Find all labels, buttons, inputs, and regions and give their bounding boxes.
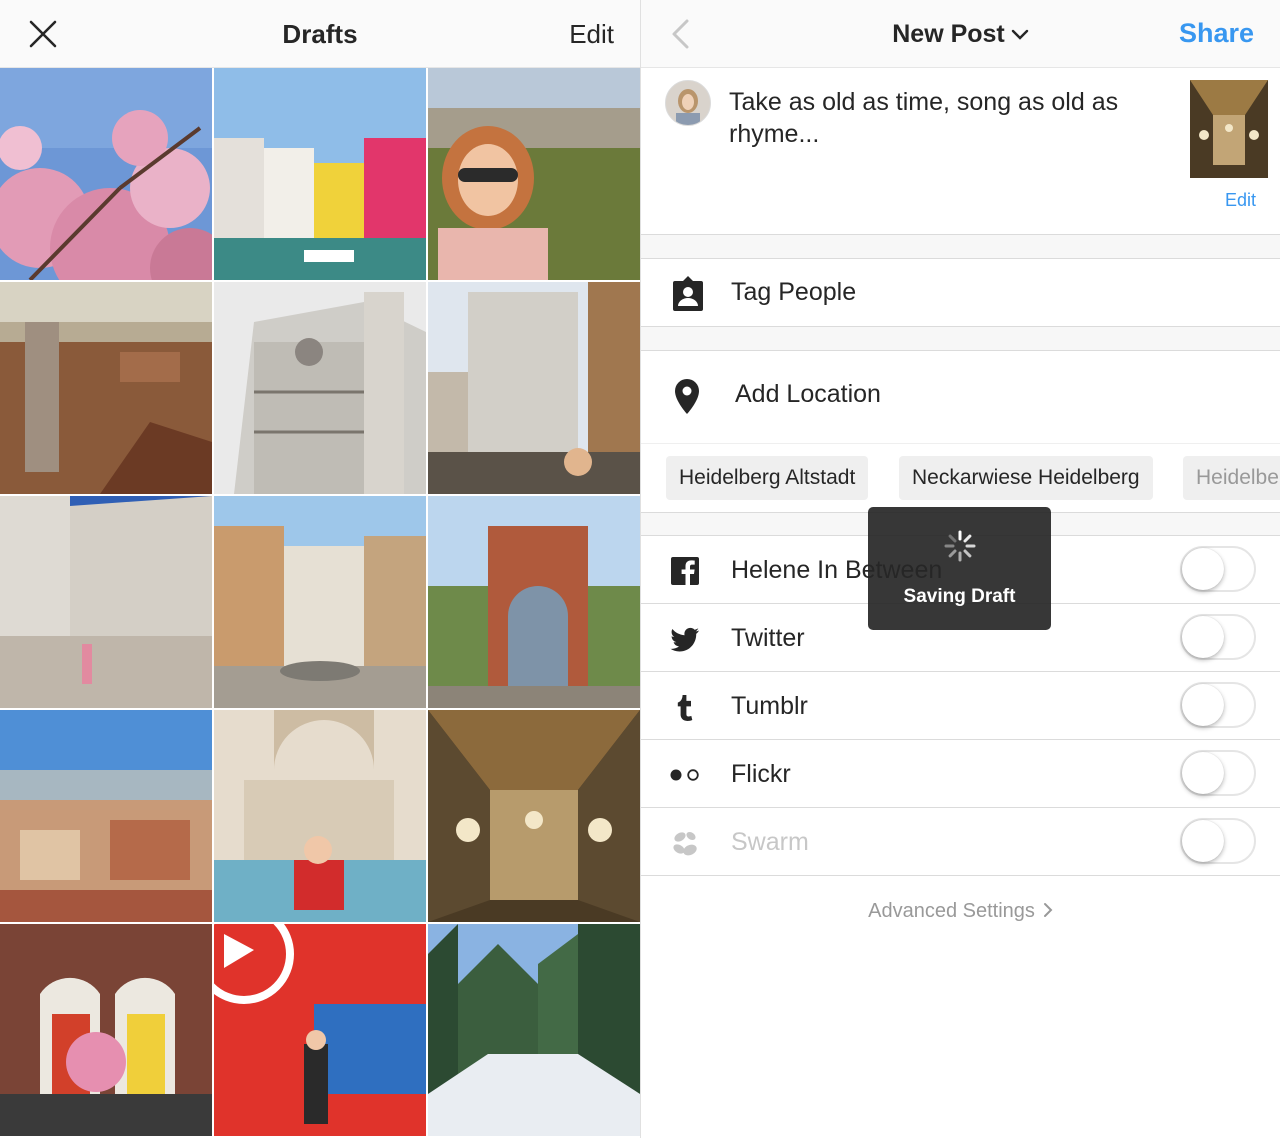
- toggle-knob: [1182, 820, 1224, 862]
- toggle-knob: [1182, 616, 1224, 658]
- new-post-title: New Post: [892, 20, 1005, 48]
- draft-tile-duomo-side[interactable]: [0, 496, 212, 708]
- post-thumbnail[interactable]: [1190, 80, 1268, 178]
- drafts-title: Drafts: [282, 19, 358, 49]
- facebook-toggle[interactable]: [1180, 546, 1256, 592]
- section-divider: [641, 235, 1280, 259]
- share-target-label: Swarm: [731, 828, 809, 856]
- toggle-knob: [1182, 684, 1224, 726]
- drafts-panel: Drafts Edit: [0, 0, 640, 1138]
- share-row-tumblr: Tumblr: [641, 672, 1280, 740]
- draft-tile-cherry-blossoms[interactable]: [0, 68, 212, 280]
- draft-tile-versailles-hall[interactable]: [428, 710, 640, 922]
- location-suggestions: Heidelberg Altstadt Neckarwiese Heidelbe…: [641, 443, 1280, 512]
- share-target-label: Twitter: [731, 624, 805, 652]
- tumblr-toggle[interactable]: [1180, 682, 1256, 728]
- chevron-down-icon: [1011, 30, 1028, 41]
- twitter-icon: [670, 627, 699, 652]
- draft-tile-florence-selfie[interactable]: [428, 68, 640, 280]
- drafts-grid: [0, 68, 640, 1138]
- draft-tile-duomo-facade[interactable]: [214, 282, 426, 494]
- advanced-settings-label: Advanced Settings: [868, 900, 1035, 922]
- tag-people-icon: [673, 276, 703, 311]
- draft-tile-dublin-doors[interactable]: [0, 924, 212, 1136]
- location-chip[interactable]: Heidelbe: [1183, 456, 1280, 500]
- location-chip[interactable]: Heidelberg Altstadt: [666, 456, 869, 500]
- saving-draft-toast: Saving Draft: [868, 507, 1051, 630]
- draft-tile-piazza-fountain[interactable]: [214, 496, 426, 708]
- draft-tile-snowy-forest[interactable]: [428, 924, 640, 1136]
- tag-people-label: Tag People: [731, 278, 857, 306]
- twitter-toggle[interactable]: [1180, 614, 1256, 660]
- swarm-icon: [673, 831, 697, 856]
- draft-tile-florence-rooftops[interactable]: [0, 282, 212, 494]
- draft-tile-garden-gate[interactable]: [428, 496, 640, 708]
- draft-tile-red-wall[interactable]: [214, 924, 426, 1136]
- saving-draft-message: Saving Draft: [903, 586, 1016, 607]
- advanced-settings-link[interactable]: Advanced Settings: [641, 876, 1280, 948]
- share-button[interactable]: Share: [1179, 18, 1254, 49]
- share-row-flickr: Flickr: [641, 740, 1280, 808]
- thumbnail-edit-button[interactable]: Edit: [1225, 190, 1256, 211]
- loading-spinner-icon: [944, 530, 976, 562]
- flickr-icon: [670, 769, 699, 781]
- flickr-toggle[interactable]: [1180, 750, 1256, 796]
- share-target-label: Tumblr: [731, 692, 808, 720]
- chevron-right-icon: [1043, 903, 1053, 917]
- toggle-knob: [1182, 548, 1224, 590]
- location-chip[interactable]: Neckarwiese Heidelberg: [899, 456, 1153, 500]
- new-post-header: New Post Share: [641, 0, 1280, 68]
- draft-tile-burano-houses[interactable]: [214, 68, 426, 280]
- draft-tile-duomo-crowd[interactable]: [428, 282, 640, 494]
- draft-tile-rome-skyline[interactable]: [0, 710, 212, 922]
- add-location-label: Add Location: [735, 380, 881, 408]
- caption-input[interactable]: Take as old as time, song as old as rhym…: [729, 86, 1169, 150]
- share-target-label: Flickr: [731, 760, 791, 788]
- avatar: [665, 80, 711, 126]
- tumblr-icon: [677, 695, 693, 721]
- add-location-row[interactable]: Add Location: [641, 351, 1280, 443]
- share-row-swarm: Swarm: [641, 808, 1280, 876]
- toggle-knob: [1182, 752, 1224, 794]
- caption-section: Take as old as time, song as old as rhym…: [641, 68, 1280, 235]
- facebook-icon: [671, 557, 699, 585]
- location-pin-icon: [675, 379, 699, 414]
- tag-people-row[interactable]: Tag People: [641, 259, 1280, 327]
- drafts-edit-button[interactable]: Edit: [569, 19, 614, 50]
- swarm-toggle[interactable]: [1180, 818, 1256, 864]
- section-divider: [641, 327, 1280, 351]
- draft-tile-trevi-fountain[interactable]: [214, 710, 426, 922]
- drafts-header: Drafts Edit: [0, 0, 640, 68]
